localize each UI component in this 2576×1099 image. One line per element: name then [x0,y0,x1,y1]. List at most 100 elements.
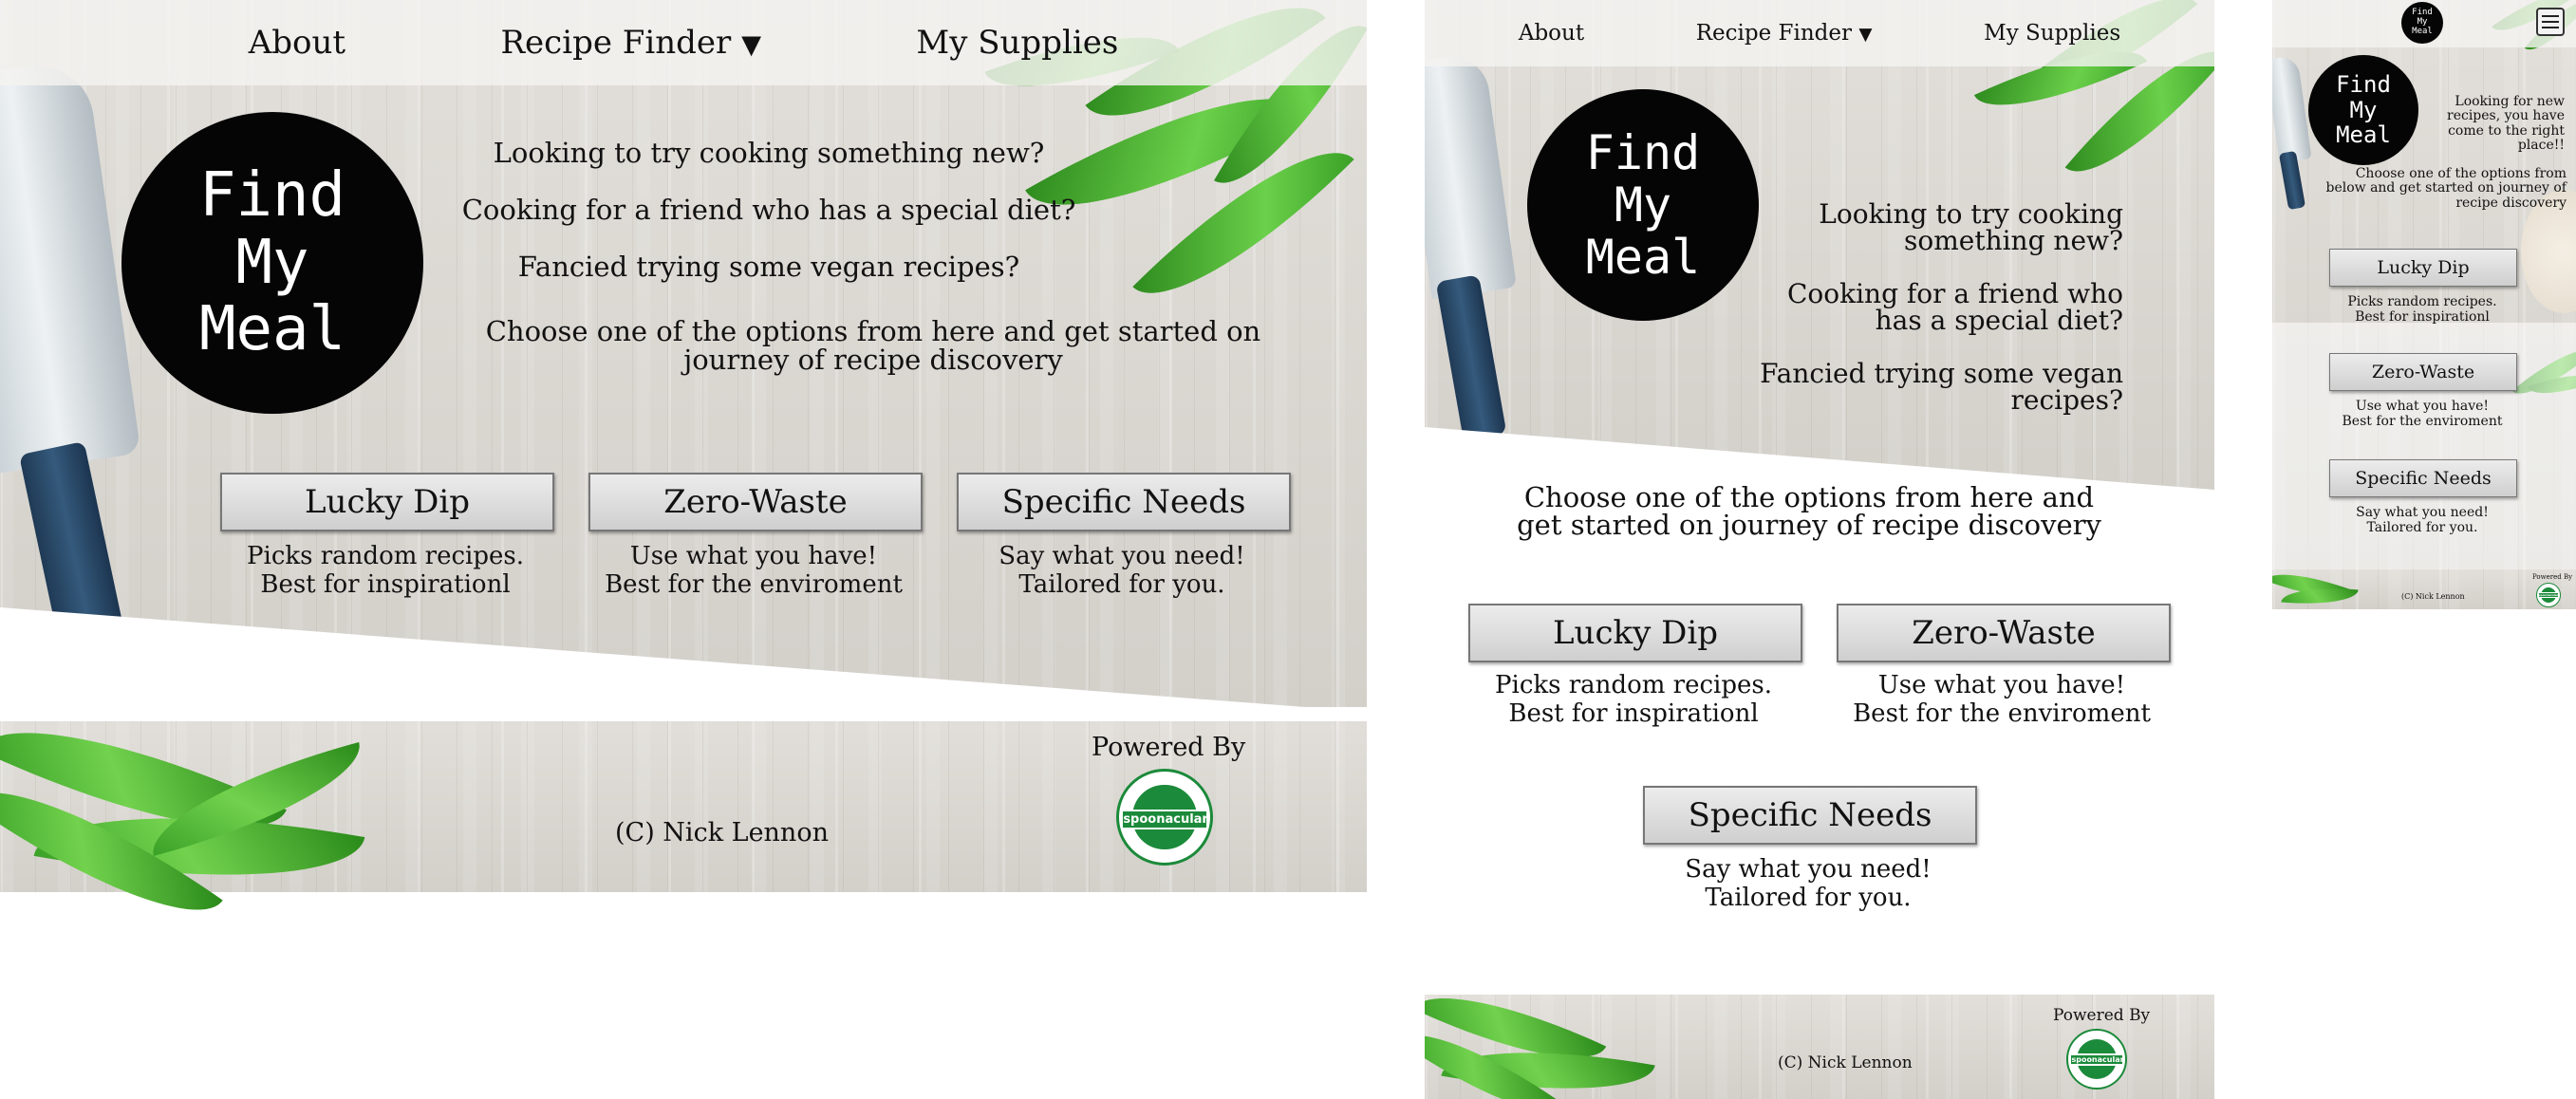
nav-my-supplies[interactable]: My Supplies [916,24,1118,62]
logo-line-3: Meal [1585,229,1701,285]
lucky-dip-desc-line-1: Picks random recipes. [2347,294,2497,309]
nav-recipe-finder[interactable]: Recipe Finder ▼ [500,24,761,62]
nav-about[interactable]: About [1519,21,1584,46]
hero-cta-text: Choose one of the options from here and … [485,315,1261,377]
menu-bar [2542,15,2559,17]
logo-line-1: Find [2336,71,2391,99]
zero-waste-desc-line-1: Use what you have! [629,542,878,570]
hero-cta-text: Choose one of the options from below and… [2325,166,2567,211]
site-logo[interactable]: Find My Meal [2308,55,2418,165]
hero-question-1: Looking to try cooking something new? [1819,198,2123,256]
site-logo[interactable]: Find My Meal [121,112,423,414]
lucky-dip-button[interactable]: Lucky Dip [220,473,554,531]
specific-needs-desc-line-1: Say what you need! [2356,505,2489,520]
spoonacular-logo-icon[interactable]: spoonacular [2066,1029,2127,1090]
site-logo[interactable]: Find My Meal [1527,89,1759,321]
specific-needs-button[interactable]: Specific Needs [2329,459,2517,497]
logo-line-2: My [1614,177,1672,233]
lucky-dip-description: Picks random recipes. Best for inspiratio… [2310,294,2534,325]
zero-waste-description: Use what you have! Best for the enviromen… [2310,399,2534,429]
badge-core: spoonacular [2069,1039,2124,1079]
top-navbar: About Recipe Finder ▼ My Supplies [0,0,1367,85]
footer-copyright: (C) Nick Lennon [2401,592,2465,601]
logo-line-1: Find [1585,124,1701,180]
tablet-view: About Recipe Finder ▼ My Supplies Find M… [1425,0,2214,1099]
spoonacular-ribbon: spoonacular [1121,809,1208,829]
zero-waste-label: Zero-Waste [1912,614,2096,652]
specific-needs-label: Specific Needs [1688,796,1932,834]
specific-needs-button[interactable]: Specific Needs [1643,786,1977,845]
caret-down-icon: ▼ [1858,25,1873,45]
lucky-dip-desc-line-1: Picks random recipes. [247,542,524,570]
powered-by-label: Powered By [2532,573,2573,581]
hero-question-2: Cooking for a friend who has a special d… [461,194,1076,226]
hero-cta-text: Choose one of the options from here and … [1517,481,2101,541]
zero-waste-desc-line-2: Best for the enviroment [1853,699,2151,728]
menu-bar [2542,27,2559,28]
zero-waste-desc-line-1: Use what you have! [1877,671,2126,699]
site-footer: (C) Nick Lennon Powered By spoonacular [1425,966,2214,1099]
badge-core: spoonacular [1121,785,1208,849]
lucky-dip-label: Lucky Dip [1552,614,1719,652]
lucky-dip-button[interactable]: Lucky Dip [2329,249,2517,287]
spoonacular-logo-icon[interactable]: spoonacular [1116,769,1213,866]
specific-needs-description: Say what you need! Tailored for you. [936,542,1308,600]
specific-needs-label: Specific Needs [2355,468,2492,489]
specific-needs-description: Say what you need! Tailored for you. [2310,505,2534,535]
top-navbar: About Recipe Finder ▼ My Supplies [1425,0,2214,66]
zero-waste-description: Use what you have! Best for the enviromen… [1816,671,2188,729]
nav-about[interactable]: About [249,24,345,62]
specific-needs-desc-line-2: Tailored for you. [2366,520,2478,536]
leaves-image-footer [0,681,399,955]
desktop-view: About Recipe Finder ▼ My Supplies Find M… [0,0,1367,1099]
hamburger-menu-icon[interactable] [2536,8,2565,36]
logo-line-3: Meal [2412,26,2433,36]
logo-line-3: Meal [198,294,346,365]
specific-needs-desc-line-2: Tailored for you. [1018,569,1225,599]
lucky-dip-desc-line-2: Best for inspirationl [2355,309,2490,326]
spoonacular-ribbon: spoonacular [2537,592,2560,599]
zero-waste-description: Use what you have! Best for the enviromen… [568,542,940,600]
badge-core: spoonacular [2537,587,2560,604]
caret-down-icon: ▼ [741,30,762,60]
lucky-dip-desc-line-2: Best for inspirationl [260,569,511,599]
zero-waste-desc-line-2: Best for the enviroment [605,569,903,599]
powered-by-label: Powered By [2053,1006,2151,1025]
zero-waste-button[interactable]: Zero-Waste [588,473,923,531]
leaves-image-footer [1425,966,1655,1099]
zero-waste-desc-line-1: Use what you have! [2355,399,2490,414]
nav-recipe-finder[interactable]: Recipe Finder ▼ [1696,21,1873,46]
lucky-dip-description: Picks random recipes. Best for inspiratio… [199,542,571,600]
logo-line-3: Meal [2336,121,2391,149]
lucky-dip-desc-line-2: Best for inspirationl [1508,699,1759,728]
lucky-dip-button[interactable]: Lucky Dip [1468,604,1802,662]
menu-bar [2542,21,2559,23]
lucky-dip-label: Lucky Dip [2377,257,2470,278]
site-footer: (C) Nick Lennon Powered By spoonacular [0,681,1367,955]
specific-needs-desc-line-2: Tailored for you. [1705,883,1912,912]
specific-needs-description: Say what you need! Tailored for you. [1622,855,1994,913]
powered-by-label: Powered By [1092,733,1246,762]
hero-question-2: Cooking for a friend who has a special d… [1786,278,2123,336]
hero-question-3: Fancied trying some vegan recipes? [1760,358,2123,416]
nav-recipe-finder-label: Recipe Finder [500,24,732,62]
spoonacular-ribbon: spoonacular [2069,1053,2124,1067]
mobile-view: Find My Meal Find My Meal Looking for ne… [2272,0,2576,609]
hero-question-3: Fancied trying some vegan recipes? [517,251,1020,283]
zero-waste-label: Zero-Waste [663,483,848,521]
lucky-dip-desc-line-1: Picks random recipes. [1495,671,1772,699]
nav-logo[interactable]: Find My Meal [2401,2,2443,44]
specific-needs-button[interactable]: Specific Needs [957,473,1291,531]
nav-my-supplies[interactable]: My Supplies [1984,21,2120,46]
zero-waste-button[interactable]: Zero-Waste [1837,604,2171,662]
zero-waste-button[interactable]: Zero-Waste [2329,353,2517,391]
zero-waste-label: Zero-Waste [2371,362,2475,382]
specific-needs-label: Specific Needs [1001,483,1246,521]
logo-line-2: My [2349,96,2378,123]
specific-needs-desc-line-1: Say what you need! [999,542,1245,570]
site-footer: (C) Nick Lennon Powered By spoonacular [2272,561,2576,609]
hero-intro-text: Looking for new recipes, you have come t… [2447,94,2565,154]
nav-recipe-finder-label: Recipe Finder [1695,21,1853,46]
spoonacular-logo-icon[interactable]: spoonacular [2536,583,2561,607]
footer-copyright: (C) Nick Lennon [615,818,829,848]
